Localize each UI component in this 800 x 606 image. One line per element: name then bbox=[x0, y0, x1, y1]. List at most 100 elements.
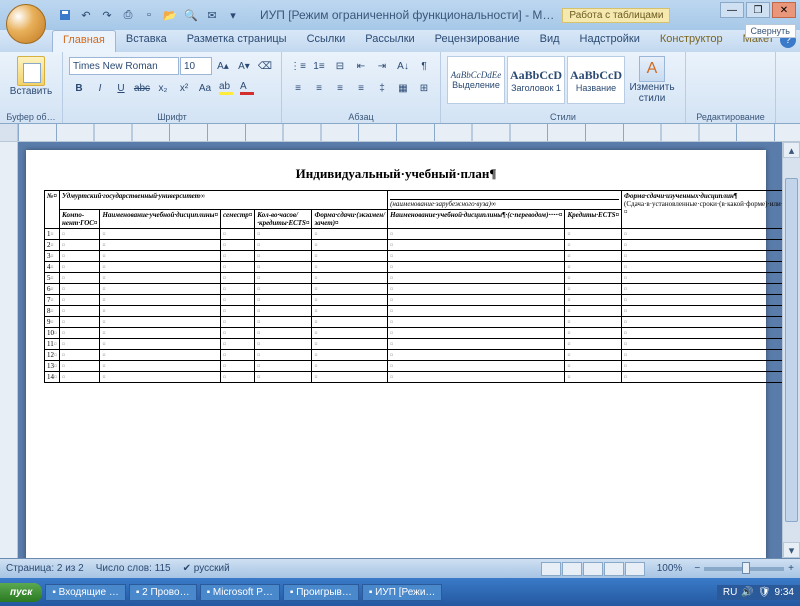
scroll-thumb[interactable] bbox=[785, 178, 798, 522]
multilevel-button[interactable]: ⊟ bbox=[330, 56, 350, 76]
view-web[interactable] bbox=[583, 562, 603, 576]
table-row[interactable]: 3¤¤¤¤¤¤¤¤¤ bbox=[45, 251, 783, 262]
view-outline[interactable] bbox=[604, 562, 624, 576]
horizontal-ruler[interactable] bbox=[0, 124, 800, 142]
table-row[interactable]: 8¤¤¤¤¤¤¤¤¤ bbox=[45, 306, 783, 317]
view-full-screen[interactable] bbox=[562, 562, 582, 576]
page[interactable]: Индивидуальный·учебный·план¶ №¤Удмуртски… bbox=[26, 150, 766, 558]
shading-button[interactable]: ▦ bbox=[393, 78, 413, 98]
font-size-select[interactable]: 10 bbox=[180, 57, 212, 75]
office-button[interactable] bbox=[6, 4, 46, 44]
paste-label[interactable]: Вставить bbox=[10, 86, 52, 97]
status-words[interactable]: Число слов: 115 bbox=[96, 563, 171, 574]
style-heading1[interactable]: AaBbCcD Заголовок 1 bbox=[507, 56, 565, 104]
bold-button[interactable]: B bbox=[69, 78, 89, 98]
status-lang[interactable]: ✔ русский bbox=[183, 563, 230, 574]
shrink-font-icon[interactable]: A▾ bbox=[234, 56, 254, 76]
taskbar-item[interactable]: ▪ Проигрыв… bbox=[283, 584, 359, 601]
vertical-ruler[interactable] bbox=[0, 142, 18, 558]
font-color-button[interactable]: A bbox=[237, 78, 257, 98]
qat-save-icon[interactable] bbox=[56, 6, 74, 24]
decrease-indent-button[interactable]: ⇤ bbox=[351, 56, 371, 76]
change-styles-button[interactable]: A Изменить стили bbox=[625, 54, 679, 104]
tray-icon[interactable]: 🛡 bbox=[758, 587, 771, 598]
curriculum-table[interactable]: №¤Удмуртский·государственный·университет… bbox=[44, 190, 782, 383]
tab-addins[interactable]: Надстройки bbox=[570, 30, 650, 52]
grow-font-icon[interactable]: A▴ bbox=[213, 56, 233, 76]
table-row[interactable]: 2¤¤¤¤¤¤¤¤¤ bbox=[45, 240, 783, 251]
qat-redo-icon[interactable]: ↷ bbox=[98, 6, 116, 24]
view-print-layout[interactable] bbox=[541, 562, 561, 576]
font-name-select[interactable]: Times New Roman bbox=[69, 57, 179, 75]
table-row[interactable]: 5¤¤¤¤¤¤¤¤¤ bbox=[45, 273, 783, 284]
sort-button[interactable]: A↓ bbox=[393, 56, 413, 76]
table-row[interactable]: 4¤¤¤¤¤¤¤¤¤ bbox=[45, 262, 783, 273]
tray-lang[interactable]: RU bbox=[723, 587, 737, 598]
qat-preview-icon[interactable]: 🔍 bbox=[182, 6, 200, 24]
tray-icon[interactable]: 🔊 bbox=[741, 587, 753, 598]
superscript-button[interactable]: x² bbox=[174, 78, 194, 98]
clear-format-icon[interactable]: ⌫ bbox=[255, 56, 275, 76]
table-row[interactable]: 11¤¤¤¤¤¤¤¤¤ bbox=[45, 339, 783, 350]
show-marks-button[interactable]: ¶ bbox=[414, 56, 434, 76]
qat-new-icon[interactable]: ▫ bbox=[140, 6, 158, 24]
taskbar-item[interactable]: ▪ Microsoft P… bbox=[200, 584, 280, 601]
zoom-slider[interactable]: − + bbox=[694, 563, 794, 574]
subscript-button[interactable]: x₂ bbox=[153, 78, 173, 98]
restore-button[interactable]: ❐ bbox=[746, 2, 770, 18]
scroll-down-icon[interactable]: ▾ bbox=[783, 542, 800, 558]
tab-references[interactable]: Ссылки bbox=[297, 30, 356, 52]
change-case-button[interactable]: Aa bbox=[195, 78, 215, 98]
table-row[interactable]: 7¤¤¤¤¤¤¤¤¤ bbox=[45, 295, 783, 306]
align-left-button[interactable]: ≡ bbox=[288, 78, 308, 98]
zoom-in-icon[interactable]: + bbox=[788, 563, 794, 574]
status-page[interactable]: Страница: 2 из 2 bbox=[6, 563, 84, 574]
view-draft[interactable] bbox=[625, 562, 645, 576]
table-row[interactable]: 9¤¤¤¤¤¤¤¤¤ bbox=[45, 317, 783, 328]
line-spacing-button[interactable]: ‡ bbox=[372, 78, 392, 98]
qat-undo-icon[interactable]: ↶ bbox=[77, 6, 95, 24]
qat-more-icon[interactable]: ▾ bbox=[224, 6, 242, 24]
table-row[interactable]: 14¤¤¤¤¤¤¤¤¤ bbox=[45, 372, 783, 383]
zoom-value[interactable]: 100% bbox=[657, 563, 683, 574]
qat-open-icon[interactable]: 📂 bbox=[161, 6, 179, 24]
styles-gallery[interactable]: AaBbCcDdEe Выделение AaBbCcD Заголовок 1… bbox=[447, 54, 625, 104]
bullets-button[interactable]: ⋮≡ bbox=[288, 56, 308, 76]
close-button[interactable]: ✕ bbox=[772, 2, 796, 18]
taskbar-item[interactable]: ▪ Входящие … bbox=[45, 584, 126, 601]
strike-button[interactable]: abc bbox=[132, 78, 152, 98]
minimize-button[interactable]: — bbox=[720, 2, 744, 18]
document-area[interactable]: Индивидуальный·учебный·план¶ №¤Удмуртски… bbox=[18, 142, 782, 558]
vertical-scrollbar[interactable]: ▴ ▾ bbox=[782, 142, 800, 558]
table-row[interactable]: 10¤¤¤¤¤¤¤¤¤ bbox=[45, 328, 783, 339]
start-button[interactable]: пуск bbox=[0, 583, 42, 602]
paste-icon[interactable] bbox=[17, 56, 45, 86]
tab-view[interactable]: Вид bbox=[530, 30, 570, 52]
qat-mail-icon[interactable]: ✉ bbox=[203, 6, 221, 24]
highlight-button[interactable]: ab bbox=[216, 78, 236, 98]
collapse-ribbon-button[interactable]: Свернуть bbox=[745, 24, 796, 38]
style-emphasis[interactable]: AaBbCcDdEe Выделение bbox=[447, 56, 505, 104]
table-row[interactable]: 12¤¤¤¤¤¤¤¤¤ bbox=[45, 350, 783, 361]
italic-button[interactable]: I bbox=[90, 78, 110, 98]
style-title[interactable]: AaBbCcD Название bbox=[567, 56, 625, 104]
taskbar-item[interactable]: ▪ ИУП [Режи… bbox=[362, 584, 443, 601]
underline-button[interactable]: U bbox=[111, 78, 131, 98]
taskbar-item[interactable]: ▪ 2 Прово… bbox=[129, 584, 197, 601]
tab-mailings[interactable]: Рассылки bbox=[355, 30, 424, 52]
tab-page-layout[interactable]: Разметка страницы bbox=[177, 30, 297, 52]
system-tray[interactable]: RU 🔊 🛡 9:34 bbox=[717, 585, 800, 600]
align-right-button[interactable]: ≡ bbox=[330, 78, 350, 98]
scroll-up-icon[interactable]: ▴ bbox=[783, 142, 800, 158]
tab-table-design[interactable]: Конструктор bbox=[650, 30, 733, 52]
tab-review[interactable]: Рецензирование bbox=[425, 30, 530, 52]
increase-indent-button[interactable]: ⇥ bbox=[372, 56, 392, 76]
borders-button[interactable]: ⊞ bbox=[414, 78, 434, 98]
justify-button[interactable]: ≡ bbox=[351, 78, 371, 98]
tab-insert[interactable]: Вставка bbox=[116, 30, 177, 52]
align-center-button[interactable]: ≡ bbox=[309, 78, 329, 98]
zoom-out-icon[interactable]: − bbox=[694, 563, 700, 574]
table-row[interactable]: 13¤¤¤¤¤¤¤¤¤ bbox=[45, 361, 783, 372]
table-row[interactable]: 1¤¤¤¤¤¤¤¤¤ bbox=[45, 229, 783, 240]
tab-home[interactable]: Главная bbox=[52, 30, 116, 52]
